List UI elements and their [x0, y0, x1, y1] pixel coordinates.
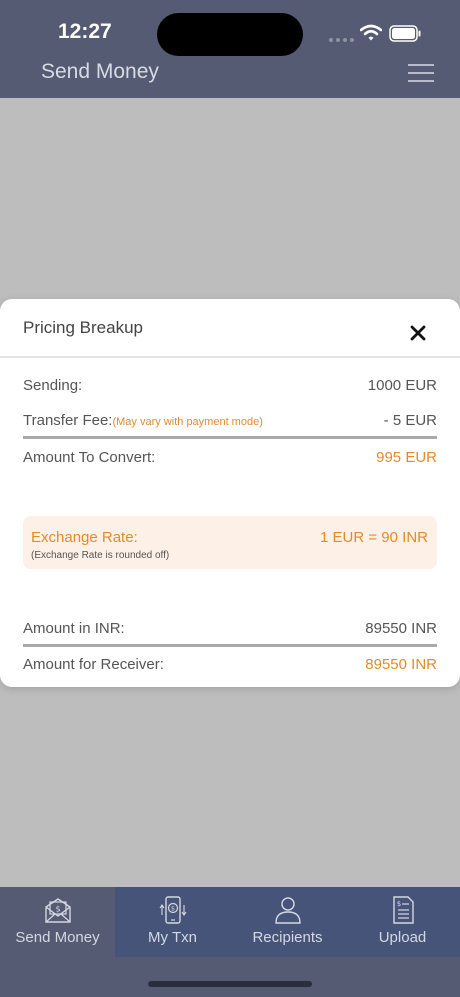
- exchange-rate-box: Exchange Rate: 1 EUR = 90 INR (Exchange …: [23, 516, 437, 569]
- exchange-rate-label: Exchange Rate:: [31, 529, 138, 546]
- svg-text:$: $: [397, 900, 401, 908]
- tab-upload[interactable]: $ Upload: [345, 887, 460, 957]
- hamburger-menu-button[interactable]: [406, 62, 438, 84]
- amount-in-inr-row: Amount in INR: 89550 INR: [23, 620, 437, 644]
- dynamic-island: [157, 13, 303, 56]
- sending-value: 1000 EUR: [367, 377, 437, 394]
- tab-send-money[interactable]: $ Send Money: [0, 887, 115, 957]
- close-icon[interactable]: [406, 321, 430, 345]
- app-header: 12:27 Send Money: [0, 0, 460, 98]
- tab-label: My Txn: [148, 929, 197, 946]
- tab-recipients[interactable]: Recipients: [230, 887, 345, 957]
- cellular-signal-icon: [329, 38, 354, 42]
- svg-text:$: $: [55, 905, 60, 914]
- amount-to-convert-value: 995 EUR: [376, 449, 437, 466]
- amount-for-receiver-label: Amount for Receiver:: [23, 656, 164, 673]
- amount-in-inr-label: Amount in INR:: [23, 620, 125, 637]
- svg-text:$: $: [171, 905, 175, 913]
- page-title: Send Money: [41, 60, 159, 83]
- transfer-fee-note: (May vary with payment mode): [112, 416, 263, 428]
- amount-to-convert-label: Amount To Convert:: [23, 449, 156, 466]
- divider: [23, 436, 437, 439]
- transfer-fee-label: Transfer Fee:: [23, 412, 113, 429]
- amount-in-inr-value: 89550 INR: [365, 620, 437, 637]
- status-time: 12:27: [58, 20, 112, 43]
- transfer-fee-row: Transfer Fee:(May vary with payment mode…: [23, 412, 437, 436]
- modal-header: Pricing Breakup: [0, 299, 460, 358]
- battery-icon: [389, 25, 421, 42]
- amount-for-receiver-value: 89550 INR: [365, 656, 437, 673]
- home-indicator: [148, 981, 312, 987]
- modal-title: Pricing Breakup: [23, 318, 144, 337]
- sending-label: Sending:: [23, 377, 83, 394]
- phone-transaction-icon: $: [159, 896, 187, 924]
- amount-for-receiver-row: Amount for Receiver: 89550 INR: [23, 656, 437, 680]
- document-icon: $: [393, 896, 414, 924]
- divider: [23, 644, 437, 647]
- tab-label: Send Money: [15, 929, 100, 946]
- pricing-breakup-modal: Pricing Breakup Sending: 1000 EUR Transf…: [0, 299, 460, 687]
- amount-to-convert-row: Amount To Convert: 995 EUR: [23, 449, 437, 473]
- sending-row: Sending: 1000 EUR: [23, 377, 437, 401]
- person-icon: [275, 897, 301, 924]
- tab-label: Recipients: [252, 929, 323, 946]
- transfer-fee-value: - 5 EUR: [383, 412, 437, 429]
- envelope-money-icon: $: [45, 898, 71, 923]
- wifi-icon: [360, 24, 382, 41]
- tab-label: Upload: [378, 929, 427, 946]
- exchange-rate-note: (Exchange Rate is rounded off): [31, 550, 170, 561]
- exchange-rate-value: 1 EUR = 90 INR: [320, 529, 428, 546]
- tab-my-txn[interactable]: $ My Txn: [115, 887, 230, 957]
